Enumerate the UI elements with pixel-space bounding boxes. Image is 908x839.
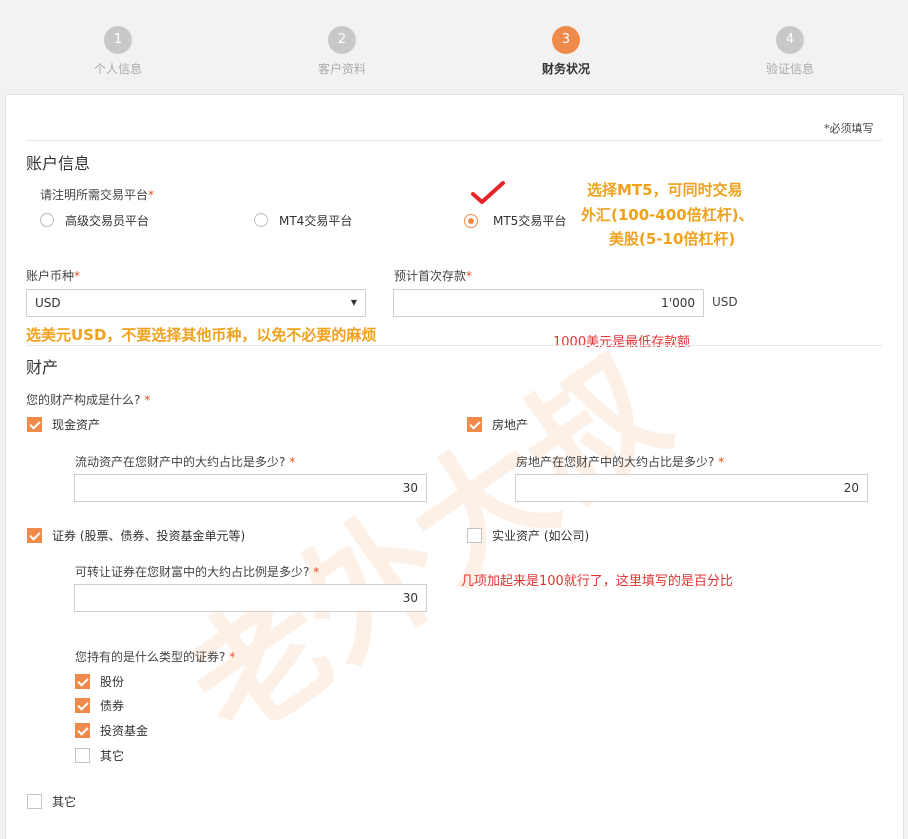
securities-question: 可转让证券在您财富中的大约占比例是多少? *	[75, 565, 320, 579]
step-number: 3	[552, 26, 580, 54]
step-label: 客户资料	[317, 62, 366, 76]
realestate-label: 房地产	[492, 418, 529, 432]
required-note: *必须填写	[824, 122, 874, 135]
currency-label: 账户币种*	[26, 269, 81, 283]
business-label: 实业资产 (如公司)	[492, 529, 590, 543]
deposit-label: 预计首次存款*	[394, 269, 473, 283]
platform-radio-mt5[interactable]	[464, 214, 478, 228]
step-number: 2	[328, 26, 356, 54]
securities-checkbox[interactable]	[27, 528, 42, 543]
step-number: 4	[776, 26, 804, 54]
step-label: 财务状况	[541, 62, 590, 76]
deposit-value: 1'000	[661, 296, 695, 310]
sec-type-shares-checkbox[interactable]	[75, 674, 90, 689]
platform-label-mt4: MT4交易平台	[279, 214, 353, 228]
securities-value: 30	[402, 591, 418, 605]
other-asset-checkbox[interactable]	[27, 794, 42, 809]
divider	[26, 345, 882, 346]
sec-type-other-checkbox[interactable]	[75, 748, 90, 763]
sec-type-other-label: 其它	[100, 749, 125, 763]
step-label: 验证信息	[765, 62, 814, 76]
sec-type-bonds-checkbox[interactable]	[75, 698, 90, 713]
platform-label-mt5: MT5交易平台	[493, 214, 567, 228]
realestate-input[interactable]: 20	[515, 474, 868, 502]
divider	[26, 140, 882, 141]
sec-type-funds-checkbox[interactable]	[75, 723, 90, 738]
step-1[interactable]: 1 个人信息	[58, 26, 178, 77]
assets-section-title: 财产	[26, 358, 59, 377]
realestate-question: 房地产在您财产中的大约占比是多少? *	[516, 455, 725, 469]
account-section-title: 账户信息	[26, 154, 91, 173]
realestate-value: 20	[843, 481, 859, 495]
step-3[interactable]: 3 财务状况	[506, 26, 626, 77]
liquid-input[interactable]: 30	[74, 474, 427, 502]
platform-radio-pro[interactable]	[40, 213, 54, 227]
platform-label-pro: 高级交易员平台	[65, 214, 150, 228]
deposit-unit: USD	[712, 295, 738, 309]
deposit-note: 1000美元是最低存款额	[553, 335, 691, 350]
sec-types-question: 您持有的是什么类型的证券? *	[75, 650, 236, 664]
liquid-question: 流动资产在您财产中的大约占比是多少? *	[75, 455, 296, 469]
mt5-note-line1: 选择MT5，可同时交易	[587, 181, 743, 199]
chevron-down-icon: ▼	[350, 298, 357, 307]
sec-type-funds-label: 投资基金	[100, 724, 149, 738]
realestate-checkbox[interactable]	[467, 417, 482, 432]
mt5-note-line3: 美股(5-10倍杠杆)	[609, 230, 736, 248]
step-4[interactable]: 4 验证信息	[730, 26, 850, 77]
composition-label: 您的财产构成是什么? *	[26, 393, 151, 407]
currency-value: USD	[35, 296, 61, 310]
sec-type-shares-label: 股份	[100, 675, 125, 689]
liquid-value: 30	[402, 481, 418, 495]
currency-select[interactable]: USD ▼	[26, 289, 366, 317]
checkmark-icon	[471, 181, 505, 204]
mt5-note-line2: 外汇(100-400倍杠杆)、	[581, 206, 754, 224]
percent-note: 几项加起来是100就行了，这里填写的是百分比	[461, 574, 733, 589]
other-asset-label: 其它	[52, 795, 77, 809]
platform-label: 请注明所需交易平台*	[40, 188, 155, 202]
cash-checkbox[interactable]	[27, 417, 42, 432]
cash-label: 现金资产	[52, 418, 101, 432]
business-checkbox[interactable]	[467, 528, 482, 543]
securities-input[interactable]: 30	[74, 584, 427, 612]
currency-note: 选美元USD，不要选择其他币种，以免不必要的麻烦	[26, 326, 377, 344]
securities-label: 证券 (股票、债券、投资基金单元等)	[52, 529, 246, 543]
deposit-input[interactable]: 1'000	[393, 289, 704, 317]
step-label: 个人信息	[93, 62, 142, 76]
platform-radio-mt4[interactable]	[254, 213, 268, 227]
sec-type-bonds-label: 债券	[100, 699, 125, 713]
step-number: 1	[104, 26, 132, 54]
step-2[interactable]: 2 客户资料	[282, 26, 402, 77]
